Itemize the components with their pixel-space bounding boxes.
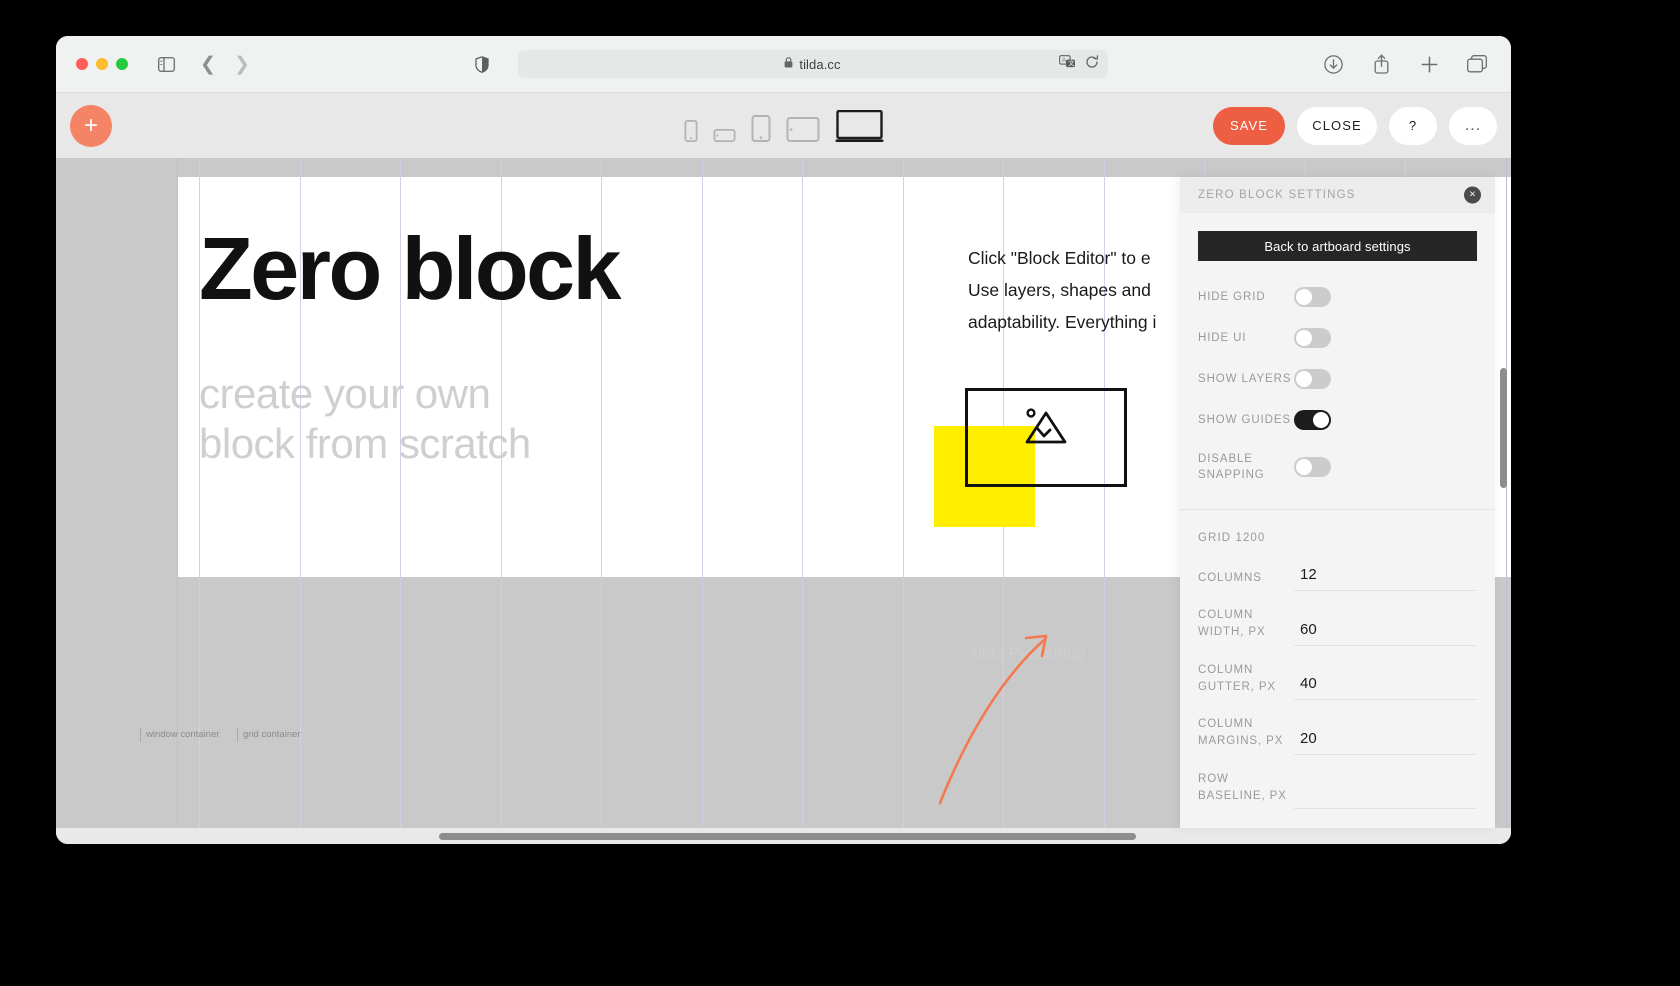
device-desktop[interactable] [835, 109, 883, 142]
device-preview-switcher [684, 109, 883, 142]
setting-row-show-layers: SHOW LAYERS [1198, 369, 1477, 389]
hide-grid-label: HIDE GRID [1198, 290, 1266, 303]
reload-icon[interactable] [1085, 54, 1099, 74]
close-window-button[interactable] [76, 58, 88, 70]
curved-arrow-icon [938, 634, 1048, 805]
panel-title: ZERO BLOCK SETTINGS [1198, 189, 1356, 201]
device-phone-landscape[interactable] [713, 128, 735, 142]
setting-row-hide-ui: HIDE UI [1198, 328, 1477, 348]
show-layers-toggle[interactable] [1294, 369, 1331, 389]
device-phone-portrait[interactable] [684, 119, 697, 142]
device-tablet-portrait[interactable] [751, 114, 770, 142]
heading-text[interactable]: Zero block [199, 225, 621, 313]
column-gutter-input[interactable]: 40 [1294, 675, 1477, 701]
subheading-text[interactable]: create your own block from scratch [199, 369, 531, 470]
vertical-scrollbar-thumb[interactable] [1500, 368, 1507, 488]
subheading-line-1: create your own [199, 370, 491, 417]
show-guides-label: SHOW GUIDES [1198, 413, 1291, 426]
lock-icon [784, 55, 793, 73]
tab-overview-icon[interactable] [1463, 50, 1491, 78]
zero-block-settings-panel: ZERO BLOCK SETTINGS × Back to artboard s… [1180, 177, 1495, 828]
guide-label-grid-container: grid container [237, 728, 301, 742]
translate-icon[interactable]: A文 [1058, 55, 1076, 73]
device-tablet-landscape[interactable] [786, 116, 819, 142]
grid-settings-section: GRID 1200 COLUMNS 12 COLUMN WIDTH, PX 60… [1180, 510, 1495, 810]
horizontal-scrollbar-thumb[interactable] [439, 833, 1136, 840]
more-options-button[interactable]: ... [1449, 106, 1497, 145]
browser-toolbar: ❮ ❯ tilda.cc A文 [56, 36, 1511, 93]
url-text: tilda.cc [799, 56, 841, 72]
column-width-label: COLUMN WIDTH, PX [1198, 609, 1266, 639]
hide-ui-toggle[interactable] [1294, 328, 1331, 348]
editor-canvas[interactable]: Zero block create your own block from sc… [56, 158, 1511, 844]
navigation-buttons: ❮ ❯ [194, 50, 256, 78]
subheading-line-2: block from scratch [199, 420, 531, 468]
editor-actions: SAVE CLOSE ? ... [1213, 106, 1497, 145]
back-button[interactable]: ❮ [194, 50, 222, 78]
field-row-columns: COLUMNS 12 [1198, 566, 1477, 592]
close-icon[interactable]: × [1464, 186, 1481, 204]
columns-label: COLUMNS [1198, 571, 1262, 584]
guide-label-window-container: window container [140, 728, 219, 742]
share-icon[interactable] [1367, 50, 1395, 78]
disable-snapping-toggle[interactable] [1294, 457, 1331, 478]
forward-button[interactable]: ❯ [228, 50, 256, 78]
disable-snapping-label: DISABLE SNAPPING [1198, 453, 1265, 482]
editor-toolbar: + SAVE CLOSE ? ... [56, 93, 1511, 158]
field-row-column-gutter: COLUMN GUTTER, PX 40 [1198, 662, 1477, 701]
field-row-row-baseline: ROW BASELINE, PX [1198, 771, 1477, 810]
svg-text:A: A [1062, 58, 1066, 64]
plus-icon: + [83, 111, 98, 139]
hide-ui-label: HIDE UI [1198, 331, 1247, 344]
setting-row-show-guides: SHOW GUIDES [1198, 410, 1477, 430]
maximize-window-button[interactable] [116, 58, 128, 70]
columns-input[interactable]: 12 [1294, 566, 1477, 592]
address-bar[interactable]: tilda.cc A文 [517, 50, 1108, 78]
minimize-window-button[interactable] [96, 58, 108, 70]
column-margins-label: COLUMN MARGINS, PX [1198, 718, 1284, 748]
column-margins-input[interactable]: 20 [1294, 730, 1477, 755]
panel-header: ZERO BLOCK SETTINGS × [1180, 177, 1495, 213]
row-baseline-input[interactable] [1294, 801, 1477, 810]
svg-text:文: 文 [1068, 59, 1074, 67]
field-row-column-margins: COLUMN MARGINS, PX 20 [1198, 716, 1477, 755]
new-tab-icon[interactable] [1415, 50, 1443, 78]
panel-body: Back to artboard settings HIDE GRID HIDE… [1180, 231, 1495, 810]
help-button[interactable]: ? [1389, 106, 1437, 145]
browser-actions [1319, 50, 1491, 78]
back-to-artboard-settings-button[interactable]: Back to artboard settings [1198, 231, 1477, 261]
traffic-lights [76, 58, 128, 70]
close-button[interactable]: CLOSE [1297, 106, 1377, 145]
save-button[interactable]: SAVE [1213, 106, 1285, 145]
column-width-input[interactable]: 60 [1294, 621, 1477, 646]
download-icon[interactable] [1319, 50, 1347, 78]
grid-section-title: GRID 1200 [1198, 532, 1266, 545]
horizontal-scrollbar[interactable] [56, 828, 1511, 844]
field-row-column-width: COLUMN WIDTH, PX 60 [1198, 607, 1477, 646]
row-baseline-label: ROW BASELINE, PX [1198, 772, 1287, 802]
show-layers-label: SHOW LAYERS [1198, 372, 1292, 385]
hide-grid-toggle[interactable] [1294, 287, 1331, 307]
setting-row-disable-snapping: DISABLE SNAPPING [1198, 451, 1477, 483]
show-guides-toggle[interactable] [1294, 410, 1331, 430]
image-placeholder-icon [1025, 407, 1067, 452]
browser-window: ❮ ❯ tilda.cc A文 + SAVE CLOSE ? ... Zero … [56, 36, 1511, 844]
sidebar-icon[interactable] [152, 50, 180, 78]
toggles-section: HIDE GRID HIDE UI SHOW LAYERS SHOW GUIDE… [1180, 261, 1495, 509]
add-block-button[interactable]: + [70, 104, 112, 147]
column-gutter-label: COLUMN GUTTER, PX [1198, 663, 1277, 693]
shield-icon[interactable] [468, 50, 496, 78]
setting-row-hide-grid: HIDE GRID [1198, 287, 1477, 307]
